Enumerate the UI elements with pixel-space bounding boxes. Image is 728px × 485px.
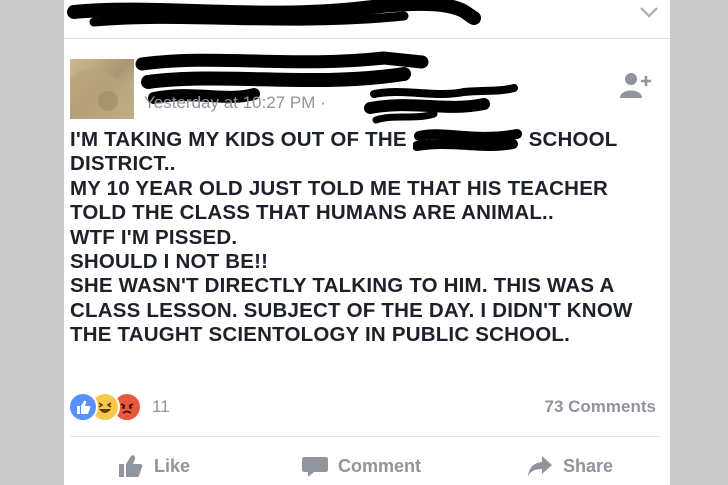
post-line-3: MY 10 YEAR OLD JUST TOLD ME THAT HIS TEA… (70, 176, 609, 200)
post-line-7: SHE WASN'T DIRECTLY TALKING TO HIM. THIS… (70, 274, 615, 298)
like-reaction-icon (68, 392, 98, 422)
comment-button[interactable]: Comment (302, 448, 421, 484)
comment-count[interactable]: 73 Comments (545, 397, 656, 417)
post-header-strip (64, 0, 670, 39)
redacted-school-name (412, 128, 523, 151)
post-line-1: I'M TAKING MY KIDS OUT OF THE SCHOOL (70, 128, 618, 151)
post-line-2: DISTRICT.. (70, 152, 176, 176)
post-line-9: THE TAUGHT SCIENTOLOGY IN PUBLIC SCHOOL. (70, 323, 571, 347)
reaction-count: 11 (152, 397, 170, 416)
post-text: I'M TAKING MY KIDS OUT OF THE SCHOOL DIS… (70, 128, 660, 348)
share-button[interactable]: Share (527, 448, 613, 484)
add-friend-icon[interactable] (618, 70, 654, 100)
avatar-image (70, 68, 134, 119)
divider (70, 436, 660, 437)
chevron-down-icon[interactable] (638, 4, 660, 20)
action-bar: Like Comment Share (64, 448, 670, 484)
post-timestamp[interactable]: Yesterday at 10:27 PM · (144, 93, 326, 113)
post-line-4: TOLD THE CLASS THAT HUMANS ARE ANIMAL.. (70, 201, 554, 225)
facebook-post-card: Yesterday at 10:27 PM · I'M TAKING MY KI… (64, 0, 670, 485)
avatar[interactable] (70, 59, 134, 119)
share-arrow-icon (528, 456, 552, 476)
post-line-6: SHOULD I NOT BE!! (70, 250, 269, 274)
post-line-5: WTF I'M PISSED. (70, 225, 238, 249)
thumbs-up-icon (119, 455, 143, 477)
redaction-scribble-top (67, 0, 481, 27)
comment-icon (302, 457, 328, 477)
like-button[interactable]: Like (118, 448, 190, 484)
post-line-8: CLASS LESSON. SUBJECT OF THE DAY. I DIDN… (70, 298, 633, 322)
redaction-scribble-audience (364, 84, 518, 124)
